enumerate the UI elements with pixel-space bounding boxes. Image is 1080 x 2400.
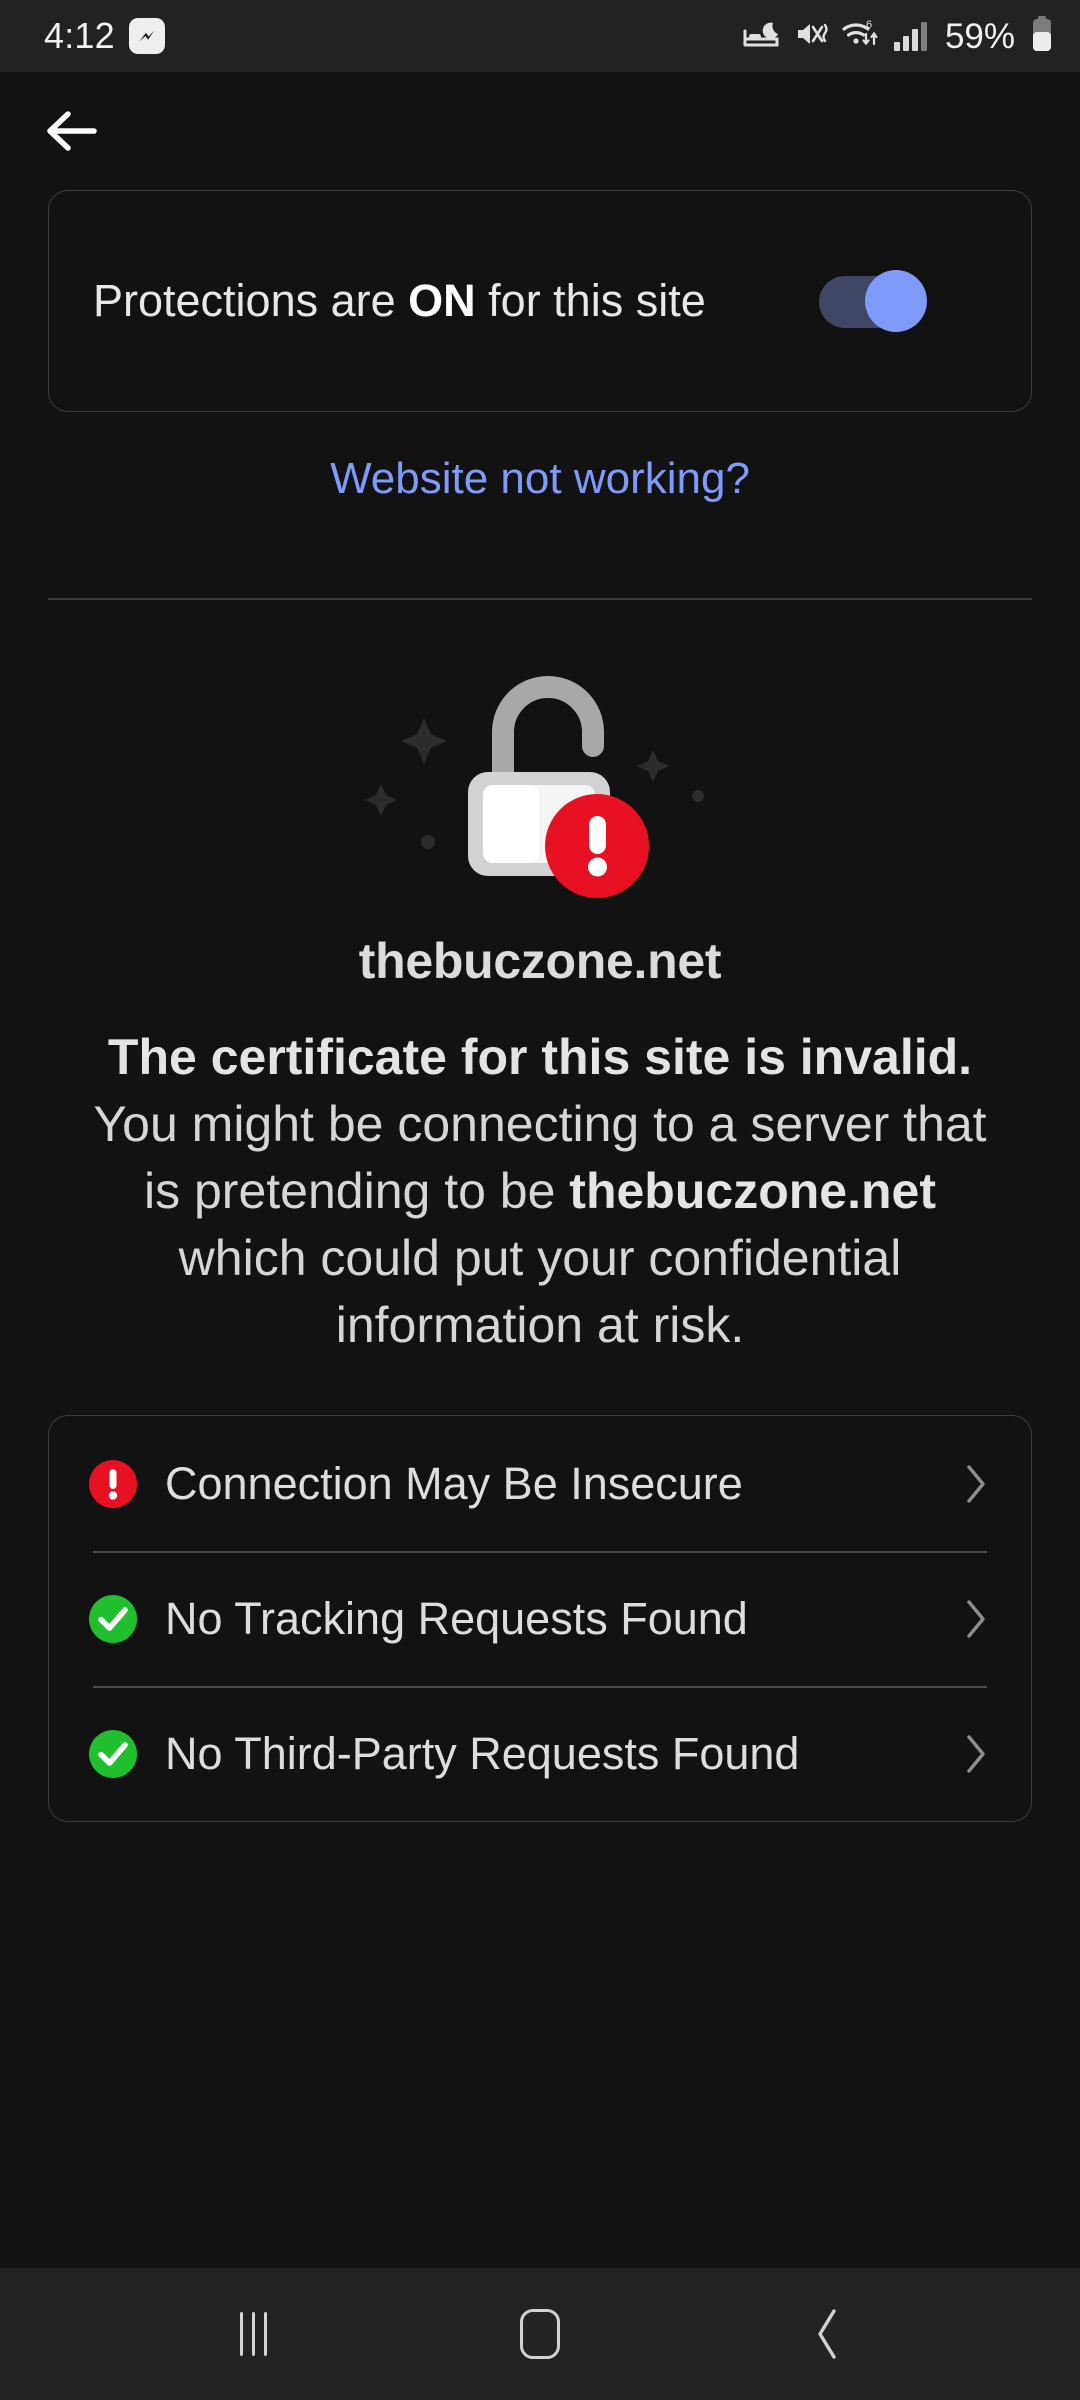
certificate-warning-bold-lead: The certificate for this site is invalid…	[107, 1029, 973, 1085]
certificate-warning-end: which could put your confidential inform…	[178, 1230, 902, 1353]
top-app-bar	[0, 72, 1080, 190]
list-item-label: No Third-Party Requests Found	[165, 1727, 800, 1779]
svg-text:6: 6	[866, 19, 872, 31]
mute-vibrate-icon	[794, 19, 828, 54]
chevron-right-icon	[959, 1463, 993, 1505]
certificate-warning-bold-domain: thebuczone.net	[569, 1163, 936, 1219]
chevron-right-icon	[959, 1733, 993, 1775]
protections-panel: Protections are ON for this site Website…	[0, 190, 1080, 600]
check-circle-icon	[87, 1593, 139, 1645]
protections-label-prefix: Protections are	[93, 274, 409, 326]
bedtime-icon	[743, 19, 781, 54]
home-button[interactable]	[480, 2274, 600, 2394]
protections-state: ON	[408, 274, 476, 326]
messenger-app-icon	[128, 18, 165, 54]
list-item-label: No Tracking Requests Found	[165, 1592, 748, 1644]
list-item-label: Connection May Be Insecure	[165, 1457, 743, 1509]
check-circle-icon	[87, 1728, 139, 1780]
signal-bars-icon	[893, 21, 927, 51]
battery-icon	[1030, 15, 1054, 57]
wifi-6-icon: 6	[841, 18, 881, 55]
arrow-left-icon	[47, 111, 97, 151]
status-bar-left: 4:12	[44, 18, 165, 54]
page-title-site-name: thebuczone.net	[358, 933, 722, 989]
system-navigation-bar	[0, 2268, 1080, 2400]
system-back-button[interactable]	[767, 2274, 887, 2394]
toggle-thumb	[865, 270, 927, 332]
error-exclamation-icon	[87, 1458, 139, 1510]
security-details-card: Connection May Be Insecure No Tracking R…	[48, 1415, 1032, 1822]
status-bar: 4:12 6 59%	[0, 0, 1080, 72]
chevron-right-icon	[959, 1598, 993, 1640]
battery-percent-label: 59%	[944, 16, 1015, 56]
back-button[interactable]	[44, 92, 122, 170]
website-not-working-link[interactable]: Website not working?	[330, 454, 750, 503]
home-icon	[519, 2309, 560, 2359]
table-row[interactable]: No Third-Party Requests Found	[87, 1686, 993, 1821]
certificate-warning-section: thebuczone.net The certificate for this …	[0, 600, 1080, 2268]
protections-card[interactable]: Protections are ON for this site	[48, 190, 1032, 412]
certificate-warning-text: The certificate for this site is invalid…	[75, 1024, 1005, 1359]
status-bar-right: 6 59%	[743, 15, 1054, 57]
protections-label: Protections are ON for this site	[93, 274, 819, 329]
table-row[interactable]: No Tracking Requests Found	[87, 1551, 993, 1686]
protections-toggle[interactable]	[819, 270, 927, 332]
status-clock: 4:12	[44, 15, 115, 56]
recents-icon	[239, 2312, 267, 2356]
phone-screen: 4:12 6 59% Protections are ON for this s…	[0, 0, 1080, 2400]
table-row[interactable]: Connection May Be Insecure	[87, 1416, 993, 1551]
website-not-working-row: Website not working?	[48, 412, 1032, 504]
back-chevron-icon	[817, 2309, 836, 2359]
unlocked-padlock-with-error-badge-icon	[350, 660, 730, 910]
recents-button[interactable]	[193, 2274, 313, 2394]
protections-label-suffix: for this site	[475, 274, 706, 326]
